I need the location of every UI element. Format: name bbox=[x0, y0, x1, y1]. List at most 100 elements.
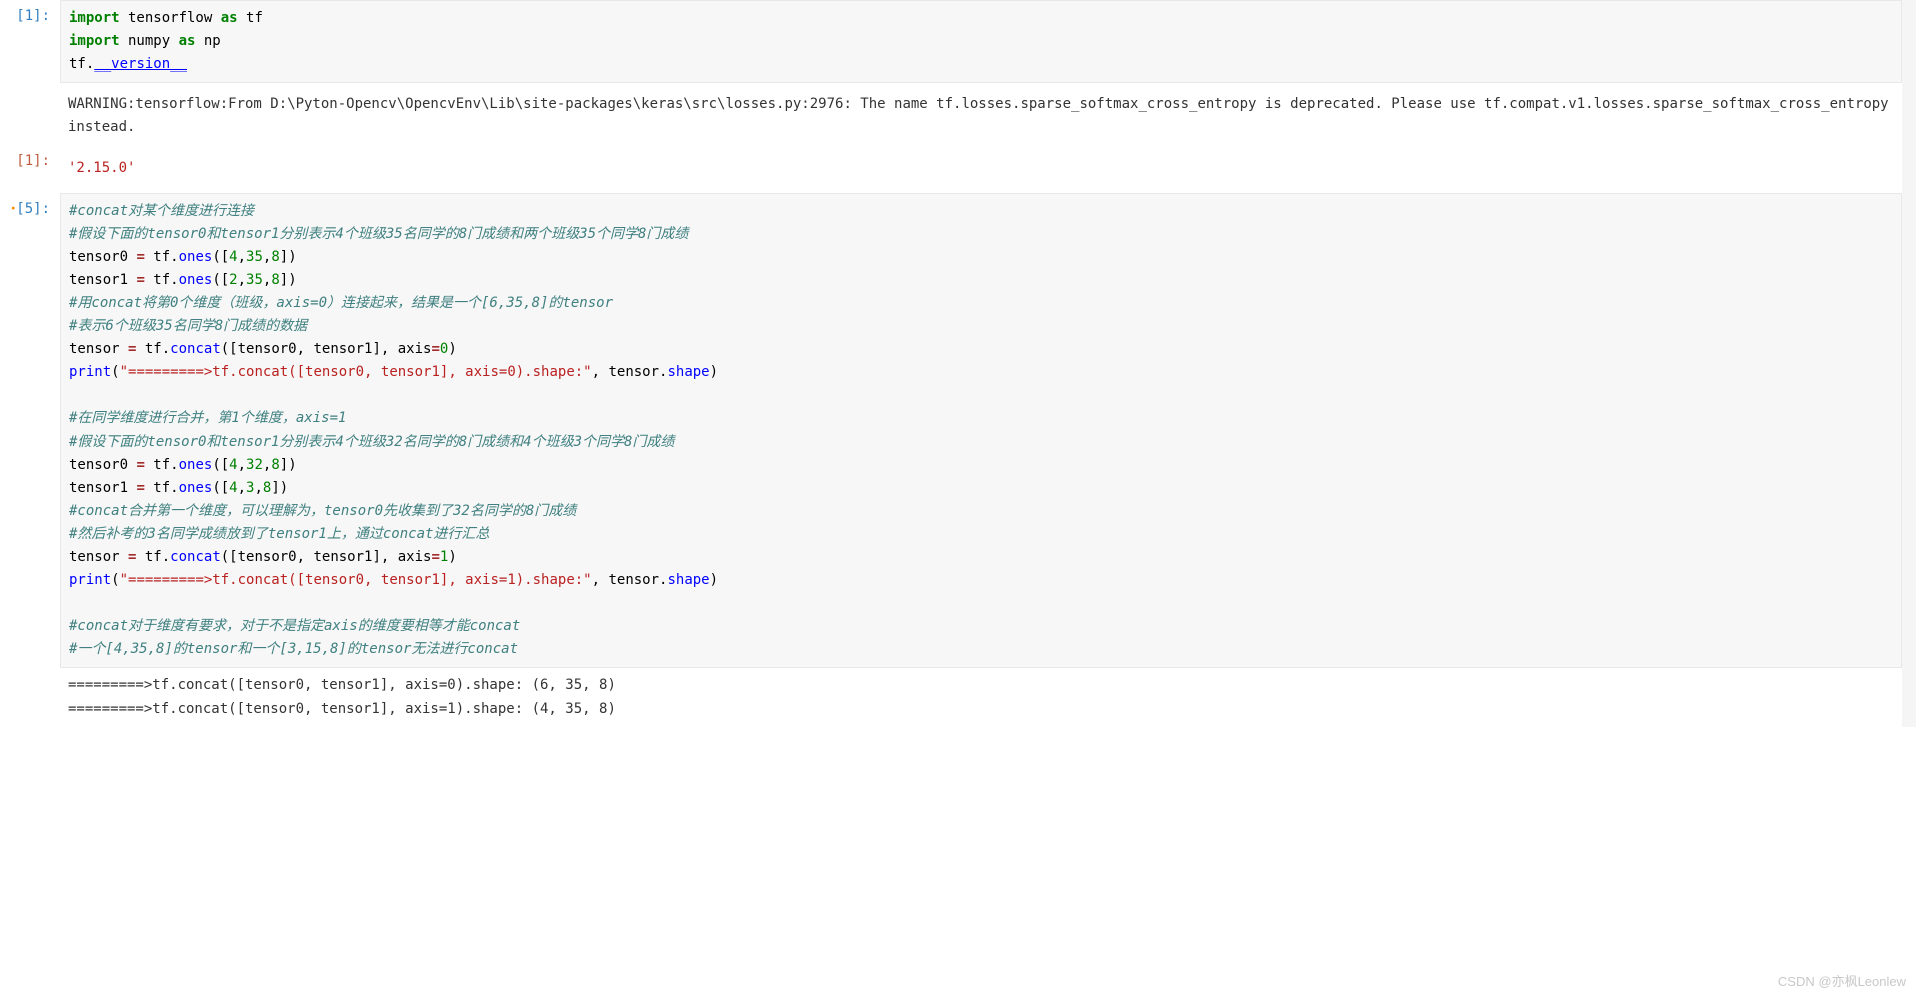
br: ( bbox=[111, 572, 119, 588]
var: tensor1 bbox=[69, 480, 136, 496]
num: 4 bbox=[229, 249, 237, 265]
object-ref: tf. bbox=[69, 56, 94, 72]
notebook-container: [1]: import tensorflow as tf import nump… bbox=[0, 0, 1902, 727]
num: 8 bbox=[271, 249, 279, 265]
comment: #用concat将第0个维度（班级，axis=0）连接起来，结果是一个[6,35… bbox=[69, 295, 613, 311]
br: ([ bbox=[212, 272, 229, 288]
br: ]) bbox=[271, 480, 288, 496]
num: 2 bbox=[229, 272, 237, 288]
op: = bbox=[136, 272, 144, 288]
var: tensor bbox=[69, 341, 128, 357]
prompt-empty bbox=[0, 83, 60, 99]
code-content-1[interactable]: import tensorflow as tf import numpy as … bbox=[60, 0, 1902, 83]
prompt-text: [5]: bbox=[16, 201, 50, 217]
keyword-import: import bbox=[69, 10, 120, 26]
num: 4 bbox=[229, 457, 237, 473]
output-cell-1-result: [1]: '2.15.0' bbox=[0, 145, 1902, 192]
output-cell-5: =========>tf.concat([tensor0, tensor1], … bbox=[0, 668, 1902, 726]
op: = bbox=[431, 341, 439, 357]
num: 35 bbox=[246, 272, 263, 288]
comment: #concat对某个维度进行连接 bbox=[69, 203, 254, 219]
code-line: #concat对于维度有要求，对于不是指定axis的维度要相等才能concat bbox=[69, 615, 1893, 638]
code-line: import tensorflow as tf bbox=[69, 7, 1893, 30]
op: = bbox=[136, 457, 144, 473]
prompt-in-1: [1]: bbox=[0, 0, 60, 32]
warning-text: WARNING:tensorflow:From D:\Pyton-Opencv\… bbox=[68, 93, 1894, 139]
keyword-as: as bbox=[221, 10, 238, 26]
obj: tf. bbox=[136, 549, 170, 565]
code-line: print("=========>tf.concat([tensor0, ten… bbox=[69, 361, 1893, 384]
scrollbar-gap bbox=[1902, 0, 1916, 727]
fn: ones bbox=[179, 480, 213, 496]
fn: print bbox=[69, 572, 111, 588]
comment: #concat对于维度有要求，对于不是指定axis的维度要相等才能concat bbox=[69, 618, 520, 634]
var: tensor0 bbox=[69, 249, 136, 265]
num: 32 bbox=[246, 457, 263, 473]
keyword-import: import bbox=[69, 33, 120, 49]
prompt-in-5: •[5]: bbox=[0, 193, 60, 225]
code-line: tensor0 = tf.ones([4,35,8]) bbox=[69, 246, 1893, 269]
str: "=========>tf.concat([tensor0, tensor1],… bbox=[120, 572, 592, 588]
br: ) bbox=[710, 364, 718, 380]
fn: ones bbox=[179, 249, 213, 265]
args: , tensor. bbox=[592, 572, 668, 588]
comma: , bbox=[254, 480, 262, 496]
code-line-blank bbox=[69, 384, 1893, 407]
output-line: =========>tf.concat([tensor0, tensor1], … bbox=[68, 698, 1894, 721]
br: ) bbox=[448, 341, 456, 357]
fn: concat bbox=[170, 549, 221, 565]
var: tensor0 bbox=[69, 457, 136, 473]
module-name: tensorflow bbox=[120, 10, 221, 26]
comment: #concat合并第一个维度，可以理解为，tensor0先收集到了32名同学的8… bbox=[69, 503, 576, 519]
obj: tf. bbox=[136, 341, 170, 357]
str: "=========>tf.concat([tensor0, tensor1],… bbox=[120, 364, 592, 380]
var: tensor1 bbox=[69, 272, 136, 288]
fn: print bbox=[69, 364, 111, 380]
obj: tf. bbox=[145, 457, 179, 473]
br: ([ bbox=[212, 480, 229, 496]
br: ) bbox=[448, 549, 456, 565]
code-line: #用concat将第0个维度（班级，axis=0）连接起来，结果是一个[6,35… bbox=[69, 292, 1893, 315]
output-cell-1-warn: WARNING:tensorflow:From D:\Pyton-Opencv\… bbox=[0, 83, 1902, 145]
code-line: tensor0 = tf.ones([4,32,8]) bbox=[69, 454, 1893, 477]
br: ) bbox=[710, 572, 718, 588]
code-line: tensor1 = tf.ones([2,35,8]) bbox=[69, 269, 1893, 292]
code-line-blank bbox=[69, 592, 1893, 615]
comma: , bbox=[238, 480, 246, 496]
alias-name: np bbox=[195, 33, 220, 49]
code-line: #然后补考的3名同学成绩放到了tensor1上，通过concat进行汇总 bbox=[69, 523, 1893, 546]
code-line: #假设下面的tensor0和tensor1分别表示4个班级32名同学的8门成绩和… bbox=[69, 431, 1893, 454]
code-line: tensor = tf.concat([tensor0, tensor1], a… bbox=[69, 546, 1893, 569]
attr-version: __version__ bbox=[94, 56, 187, 72]
op: = bbox=[136, 249, 144, 265]
alias-name: tf bbox=[238, 10, 263, 26]
code-line: #假设下面的tensor0和tensor1分别表示4个班级35名同学的8门成绩和… bbox=[69, 223, 1893, 246]
output-content: =========>tf.concat([tensor0, tensor1], … bbox=[60, 668, 1902, 726]
br: ([ bbox=[212, 249, 229, 265]
fn: ones bbox=[179, 457, 213, 473]
code-cell-5[interactable]: •[5]: #concat对某个维度进行连接 #假设下面的tensor0和ten… bbox=[0, 193, 1902, 669]
output-line: =========>tf.concat([tensor0, tensor1], … bbox=[68, 674, 1894, 697]
comment: #然后补考的3名同学成绩放到了tensor1上，通过concat进行汇总 bbox=[69, 526, 489, 542]
code-line: import numpy as np bbox=[69, 30, 1893, 53]
comma: , bbox=[238, 457, 246, 473]
output-content: '2.15.0' bbox=[60, 145, 1902, 192]
args: ([tensor0, tensor1], axis bbox=[221, 549, 432, 565]
attr: shape bbox=[667, 364, 709, 380]
code-line: tensor = tf.concat([tensor0, tensor1], a… bbox=[69, 338, 1893, 361]
br: ]) bbox=[280, 249, 297, 265]
comma: , bbox=[238, 249, 246, 265]
code-content-5[interactable]: #concat对某个维度进行连接 #假设下面的tensor0和tensor1分别… bbox=[60, 193, 1902, 669]
prompt-out-1: [1]: bbox=[0, 145, 60, 177]
fn: concat bbox=[170, 341, 221, 357]
br: ( bbox=[111, 364, 119, 380]
code-line: tf.__version__ bbox=[69, 53, 1893, 76]
comment: #表示6个班级35名同学8门成绩的数据 bbox=[69, 318, 307, 334]
num: 4 bbox=[229, 480, 237, 496]
args: ([tensor0, tensor1], axis bbox=[221, 341, 432, 357]
code-line: #在同学维度进行合并，第1个维度，axis=1 bbox=[69, 407, 1893, 430]
br: ]) bbox=[280, 272, 297, 288]
code-cell-1[interactable]: [1]: import tensorflow as tf import nump… bbox=[0, 0, 1902, 83]
comment: #假设下面的tensor0和tensor1分别表示4个班级35名同学的8门成绩和… bbox=[69, 226, 688, 242]
module-name: numpy bbox=[120, 33, 179, 49]
